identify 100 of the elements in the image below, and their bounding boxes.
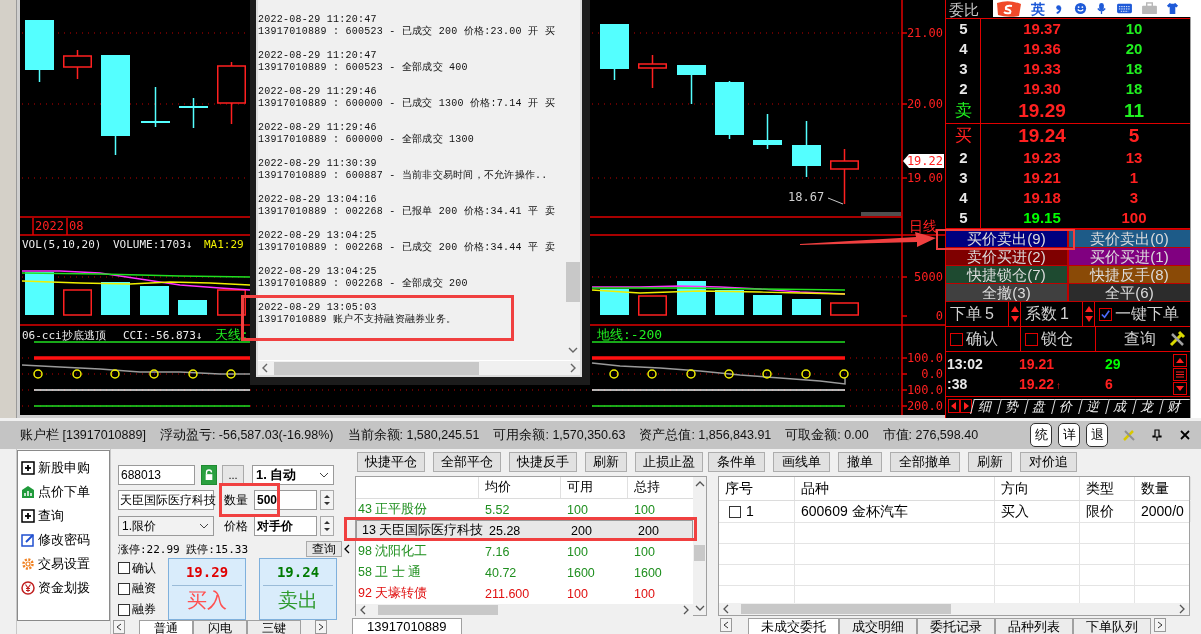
scroll-thumb[interactable]: [741, 604, 951, 614]
chevron-left-icon[interactable]: [359, 605, 367, 615]
tab[interactable]: 品种列表: [995, 618, 1073, 634]
spinner-button[interactable]: [320, 516, 334, 536]
scroll-thumb[interactable]: [274, 361, 479, 375]
checkbox[interactable]: [118, 562, 130, 575]
toolbar-button[interactable]: 统: [1030, 423, 1052, 447]
menu-item[interactable]: 点价下单: [21, 480, 106, 504]
pin-icon[interactable]: [1150, 428, 1164, 442]
shirt-icon[interactable]: [1166, 2, 1179, 15]
buy-button[interactable]: 19.29 买入: [168, 558, 246, 620]
lock-button[interactable]: [201, 465, 217, 485]
checkbox[interactable]: [729, 505, 741, 518]
scroll-down-icon[interactable]: [1173, 381, 1187, 395]
close-icon[interactable]: [1178, 428, 1192, 442]
chevron-left-icon[interactable]: [722, 604, 730, 614]
keyboard-icon[interactable]: [1116, 2, 1133, 15]
tab[interactable]: 成: [1105, 398, 1136, 414]
input-method-logo-icon[interactable]: [995, 0, 1023, 17]
toolbar-button[interactable]: 条件单: [708, 452, 765, 472]
menu-item[interactable]: 新股申购: [21, 456, 106, 480]
scrollbar[interactable]: [258, 360, 580, 375]
toolbar-button[interactable]: 刷新: [968, 452, 1012, 472]
scroll-up-icon[interactable]: [1173, 353, 1187, 367]
previous-icon[interactable]: [948, 399, 960, 413]
stock-name-field[interactable]: 天臣国际医疗科技: [118, 490, 214, 510]
query-link[interactable]: 查询: [1124, 329, 1156, 349]
scrollbar[interactable]: [693, 477, 706, 615]
price-field[interactable]: 对手价: [254, 516, 317, 536]
tab[interactable]: 细: [970, 398, 1001, 414]
toolbar-button[interactable]: 快捷平仓: [357, 452, 425, 472]
tab[interactable]: 未成交委托: [748, 618, 839, 634]
order-action-button[interactable]: 全平(6): [1069, 284, 1190, 301]
sell-button[interactable]: 19.24 卖出: [259, 558, 337, 620]
input-mode-toggle[interactable]: 英: [1031, 0, 1045, 17]
order-action-button[interactable]: 卖价卖出(0): [1069, 230, 1190, 247]
menu-item[interactable]: 查询: [21, 504, 106, 528]
microphone-icon[interactable]: [1095, 2, 1108, 15]
toolbar-button[interactable]: 详: [1058, 423, 1080, 447]
chevron-right-icon[interactable]: [1178, 604, 1186, 614]
toolbar-button[interactable]: 快捷反手: [509, 452, 577, 472]
menu-icon[interactable]: [1173, 367, 1187, 381]
table-row[interactable]: 1 600609 金杯汽车 买入 限价 2000/0: [719, 501, 1189, 523]
query-button[interactable]: 查询: [306, 541, 342, 557]
spinner-button[interactable]: [1009, 302, 1021, 326]
toolbar-button[interactable]: 止损止盈: [635, 452, 703, 472]
tab[interactable]: 财: [1159, 398, 1190, 414]
column-header[interactable]: 均价: [479, 477, 561, 498]
smiley-icon[interactable]: [1074, 2, 1087, 15]
scrollbar[interactable]: [719, 603, 1189, 615]
scroll-thumb[interactable]: [378, 605, 498, 615]
price-type-select[interactable]: 1.限价: [118, 516, 214, 536]
column-header[interactable]: 可用: [561, 477, 628, 498]
toolbar-button[interactable]: 退: [1086, 423, 1108, 447]
scroll-thumb[interactable]: [694, 545, 705, 561]
expander-icon[interactable]: [21, 461, 35, 475]
spinner-button[interactable]: [320, 490, 334, 510]
order-mode-select[interactable]: 1. 自动: [252, 465, 334, 485]
chevron-right-icon[interactable]: [682, 605, 690, 615]
previous-icon[interactable]: [720, 618, 732, 632]
checkbox[interactable]: [950, 332, 963, 346]
checkbox[interactable]: [1025, 332, 1038, 346]
tab[interactable]: 价: [1051, 398, 1082, 414]
column-header[interactable]: 类型: [1080, 477, 1135, 500]
menu-item[interactable]: 修改密码: [21, 528, 106, 552]
toolbar-button[interactable]: 撤单: [838, 452, 882, 472]
next-icon[interactable]: [315, 620, 327, 634]
next-icon[interactable]: [960, 399, 972, 413]
column-header[interactable]: 方向: [995, 477, 1080, 500]
expander-icon[interactable]: [21, 509, 35, 523]
order-action-button[interactable]: 买价买进(1): [1069, 248, 1190, 265]
browse-button[interactable]: ...: [222, 465, 244, 485]
chevron-right-icon[interactable]: [569, 363, 577, 373]
tab[interactable]: 13917010889: [352, 618, 462, 634]
order-action-button[interactable]: 快捷反手(8): [1069, 266, 1190, 283]
chevron-down-icon[interactable]: [567, 346, 578, 354]
tab[interactable]: 三键: [247, 620, 301, 634]
chevron-down-icon[interactable]: [694, 604, 705, 612]
next-icon[interactable]: [1154, 618, 1166, 632]
column-header[interactable]: 品种: [795, 477, 995, 500]
scroll-thumb[interactable]: [565, 262, 580, 302]
tab[interactable]: 成交明细: [839, 618, 917, 634]
tab[interactable]: 势: [997, 398, 1028, 414]
hammer-wrench-icon[interactable]: [1168, 330, 1186, 348]
previous-icon[interactable]: [113, 620, 125, 634]
tab[interactable]: 盘: [1024, 398, 1055, 414]
column-header[interactable]: 序号: [719, 477, 795, 500]
chevron-up-icon[interactable]: [694, 480, 705, 488]
menu-item[interactable]: 资金划拨: [21, 576, 106, 600]
toolbar-button[interactable]: 画线单: [773, 452, 830, 472]
checkbox[interactable]: [118, 583, 130, 595]
toolbar-button[interactable]: 对价追: [1020, 452, 1077, 472]
quantity-field[interactable]: 500: [254, 490, 317, 510]
checkbox[interactable]: [1099, 307, 1112, 321]
tab[interactable]: 普通: [139, 620, 193, 634]
menu-item[interactable]: 交易设置: [21, 552, 106, 576]
order-action-button[interactable]: 全撤(3): [946, 284, 1067, 301]
toolbar-button[interactable]: 全部撤单: [890, 452, 960, 472]
tab[interactable]: 闪电: [193, 620, 247, 634]
checkbox[interactable]: [118, 603, 130, 616]
